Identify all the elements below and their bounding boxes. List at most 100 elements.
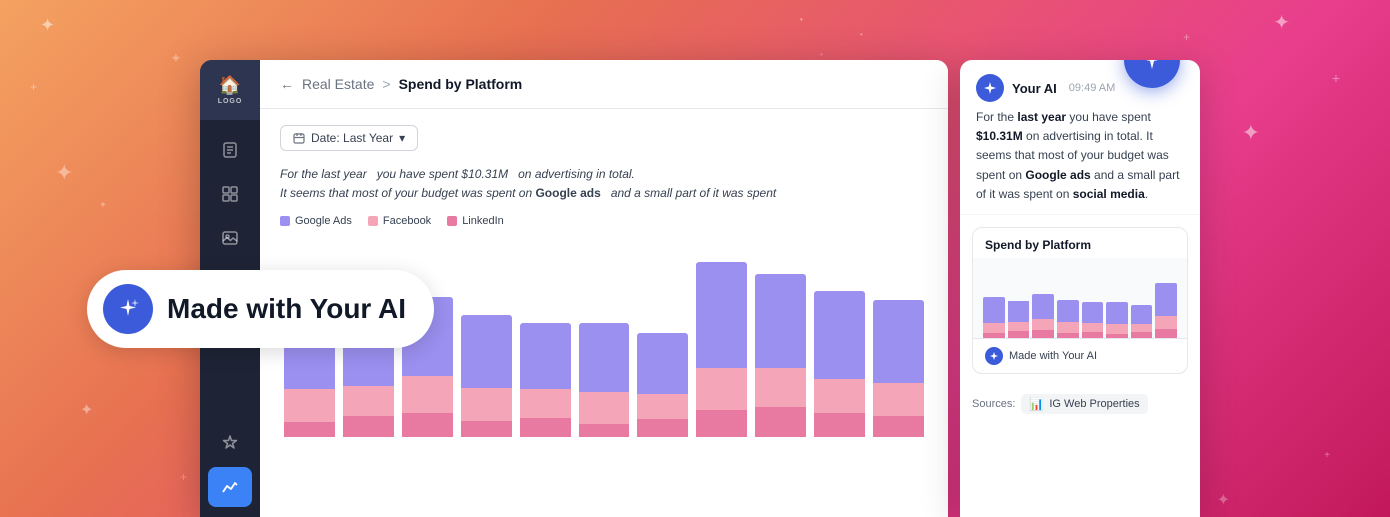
- bar-google-4: [520, 323, 571, 389]
- sidebar-logo: 🏠 LOGO: [200, 60, 260, 120]
- ai-avatar: [976, 74, 1004, 102]
- bar-group-9: [814, 291, 865, 437]
- bar-linkedin-10: [873, 416, 924, 437]
- bar-linkedin-1: [343, 416, 394, 437]
- sidebar-item-grid[interactable]: [208, 174, 252, 214]
- mini-stacked-2: [1032, 294, 1054, 338]
- insight-text: For the last year you have spent $10.31M…: [280, 165, 928, 203]
- filter-label: Date: Last Year: [311, 131, 393, 145]
- mini-stacked-1: [1008, 300, 1030, 337]
- mini-chart-card: Spend by Platform Made with Your AI: [972, 227, 1188, 374]
- insight-line2: It seems that most of your budget was sp…: [280, 184, 928, 203]
- bar-google-3: [461, 315, 512, 387]
- bar-group-10: [873, 300, 924, 437]
- legend-dot-facebook: [368, 216, 378, 226]
- ai-message: For the last year you have spent $10.31M…: [976, 108, 1184, 204]
- bar-linkedin-2: [402, 413, 453, 437]
- stacked-bar-7: [696, 262, 747, 437]
- star-icon: [221, 434, 239, 452]
- insight-line1: For the last year you have spent $10.31M…: [280, 165, 928, 184]
- breadcrumb-separator: >: [382, 76, 390, 92]
- ai-author-name: Your AI: [1012, 81, 1057, 96]
- bar-linkedin-5: [579, 424, 630, 438]
- legend-label-google: Google Ads: [295, 215, 352, 227]
- bar-linkedin-3: [461, 421, 512, 438]
- bar-linkedin-6: [637, 419, 688, 437]
- mini-stacked-3: [1057, 300, 1079, 338]
- date-filter-button[interactable]: Date: Last Year ▾: [280, 125, 418, 151]
- mini-bar-group-7: [1155, 266, 1177, 338]
- bar-facebook-0: [284, 389, 335, 422]
- bar-google-8: [755, 274, 806, 368]
- bar-group-7: [696, 262, 747, 437]
- mini-footer-icon: [985, 347, 1003, 365]
- mini-stacked-6: [1131, 305, 1153, 338]
- ai-msg-bold3: Google ads: [1025, 168, 1090, 182]
- mini-stacked-0: [983, 297, 1005, 338]
- sources-bar: Sources: 📊 IG Web Properties: [960, 386, 1200, 422]
- legend-item-facebook: Facebook: [368, 215, 431, 227]
- stacked-bar-4: [520, 323, 571, 438]
- sparkle-large-icon: [1138, 60, 1166, 74]
- mini-chart-title: Spend by Platform: [973, 228, 1187, 258]
- legend-label-linkedin: LinkedIn: [462, 215, 504, 227]
- bar-facebook-8: [755, 368, 806, 407]
- source-badge-icon: 📊: [1029, 397, 1044, 411]
- bar-linkedin-9: [814, 413, 865, 437]
- breadcrumb-current: Spend by Platform: [399, 76, 523, 92]
- ai-msg-bold2: $10.31M: [976, 129, 1023, 143]
- grid-icon: [221, 185, 239, 203]
- bar-group-4: [520, 323, 571, 438]
- stacked-bar-3: [461, 315, 512, 437]
- bar-linkedin-7: [696, 410, 747, 437]
- sidebar-item-chart[interactable]: [208, 467, 252, 507]
- bar-linkedin-8: [755, 407, 806, 437]
- bar-facebook-5: [579, 392, 630, 424]
- bar-google-7: [696, 262, 747, 368]
- bar-group-6: [637, 333, 688, 437]
- chart-legend: Google Ads Facebook LinkedIn: [280, 215, 928, 227]
- ai-msg-bold1: last year: [1017, 110, 1066, 124]
- sidebar-item-image[interactable]: [208, 218, 252, 258]
- mini-footer-text: Made with Your AI: [1009, 350, 1097, 362]
- bar-facebook-9: [814, 379, 865, 414]
- bar-linkedin-4: [520, 418, 571, 438]
- ai-panel: Your AI 09:49 AM For the last year you h…: [960, 60, 1200, 517]
- back-button[interactable]: ←: [280, 76, 294, 92]
- breadcrumb-parent[interactable]: Real Estate: [302, 76, 374, 92]
- mini-chart-area: [973, 258, 1187, 338]
- made-with-ai-badge[interactable]: Made with Your AI: [87, 270, 434, 348]
- bar-google-10: [873, 300, 924, 383]
- bar-group-3: [461, 315, 512, 437]
- mini-bar-group-3: [1057, 266, 1079, 338]
- mini-stacked-7: [1155, 283, 1177, 338]
- logo-text: LOGO: [218, 98, 243, 105]
- stacked-bar-10: [873, 300, 924, 437]
- sidebar-item-star[interactable]: [208, 423, 252, 463]
- source-badge[interactable]: 📊 IG Web Properties: [1021, 394, 1147, 414]
- bar-group-8: [755, 274, 806, 437]
- sources-label: Sources:: [972, 398, 1015, 410]
- bar-google-9: [814, 291, 865, 379]
- mini-bar-group-6: [1131, 266, 1153, 338]
- mini-bar-group-0: [983, 266, 1005, 338]
- mini-bar-group-2: [1032, 266, 1054, 338]
- mini-sparkle-icon: [989, 351, 999, 361]
- stacked-bar-6: [637, 333, 688, 437]
- chart-icon: [221, 478, 239, 496]
- calendar-icon: [293, 132, 305, 144]
- source-badge-text: IG Web Properties: [1049, 398, 1139, 410]
- made-with-ai-text: Made with Your AI: [167, 293, 406, 325]
- bar-facebook-4: [520, 389, 571, 418]
- bar-google-5: [579, 323, 630, 392]
- mini-stacked-5: [1106, 302, 1128, 338]
- sidebar-item-docs[interactable]: [208, 130, 252, 170]
- mini-bar-group-4: [1082, 266, 1104, 338]
- legend-item-google: Google Ads: [280, 215, 352, 227]
- made-with-ai-icon: [103, 284, 153, 334]
- legend-dot-google: [280, 216, 290, 226]
- mini-bar-group-1: [1008, 266, 1030, 338]
- bar-facebook-10: [873, 383, 924, 416]
- image-icon: [221, 229, 239, 247]
- bar-linkedin-0: [284, 422, 335, 437]
